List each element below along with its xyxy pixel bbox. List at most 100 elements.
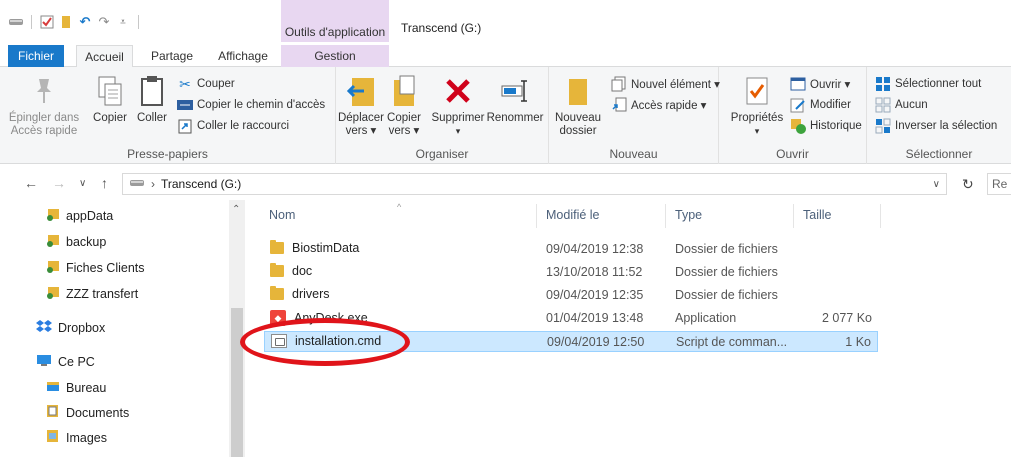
select-none-button[interactable]: Aucun <box>875 97 928 113</box>
tab-partage[interactable]: Partage <box>143 45 201 67</box>
tab-affichage[interactable]: Affichage <box>209 45 277 67</box>
select-all-button[interactable]: Sélectionner tout <box>875 76 981 92</box>
file-name: AnyDesk.exe <box>294 311 368 325</box>
rename-icon <box>498 72 532 110</box>
redo-icon[interactable]: ↷ <box>96 14 112 30</box>
copy-label: Copier <box>93 112 127 124</box>
copy-path-icon <box>177 97 193 113</box>
column-separator[interactable] <box>536 204 537 228</box>
file-modified: 09/04/2019 12:38 <box>546 242 644 256</box>
rename-button[interactable]: Renommer <box>487 72 543 125</box>
address-bar[interactable]: › Transcend (G:) ∨ <box>122 173 947 195</box>
refresh-icon[interactable]: ↻ <box>962 176 974 193</box>
select-none-label: Aucun <box>895 99 928 111</box>
new-folder-label-line2: dossier <box>559 125 597 137</box>
edit-label: Modifier <box>810 99 851 111</box>
column-header-modified[interactable]: Modifié le <box>546 208 600 222</box>
nav-item-appdata[interactable]: appData <box>46 207 113 224</box>
anydesk-icon: ◆ <box>270 310 286 326</box>
file-name-cell: ◆ AnyDesk.exe <box>270 310 368 326</box>
open-button[interactable]: Ouvrir ▾ <box>790 76 850 92</box>
column-separator[interactable] <box>665 204 666 228</box>
move-to-button[interactable]: Déplacer vers ▾ <box>336 72 386 138</box>
tab-accueil[interactable]: Accueil <box>76 45 133 68</box>
properties-check-icon[interactable] <box>39 14 55 30</box>
properties-button[interactable]: Propriétés ▾ <box>729 72 785 138</box>
new-folder-button[interactable]: Nouveau dossier <box>555 72 601 138</box>
edit-button[interactable]: Modifier <box>790 97 851 113</box>
file-type: Dossier de fichiers <box>675 265 778 279</box>
file-type: Script de comman... <box>676 335 788 349</box>
column-header-type[interactable]: Type <box>675 208 702 222</box>
folder-icon <box>270 286 284 300</box>
customize-toolbar-icon[interactable]: ⩡ <box>115 14 131 30</box>
copy-button[interactable]: Copier <box>90 72 130 125</box>
nav-item-images[interactable]: Images <box>46 429 107 446</box>
file-row-installation-cmd[interactable]: installation.cmd 09/04/2019 12:50 Script… <box>264 331 878 352</box>
group-label-presse-papiers: Presse-papiers <box>127 147 208 161</box>
group-presse-papiers: Épingler dans Accès rapide Copier Coller… <box>0 67 336 164</box>
tab-fichier[interactable]: Fichier <box>8 45 64 67</box>
back-arrow-icon[interactable]: ← <box>24 175 38 191</box>
nav-item-documents[interactable]: Documents <box>46 404 129 421</box>
file-type: Application <box>675 311 737 325</box>
copy-to-button[interactable]: Copier vers ▾ <box>383 72 425 138</box>
tab-gestion[interactable]: Gestion <box>281 45 389 67</box>
nav-item-dropbox[interactable]: Dropbox <box>36 319 105 336</box>
recent-locations-chevron-icon[interactable]: ∨ <box>79 178 86 189</box>
file-row-anydesk[interactable]: ◆ AnyDesk.exe 01/04/2019 13:48 Applicati… <box>264 308 878 329</box>
undo-icon[interactable]: ↶ <box>77 14 93 30</box>
nav-item-ce-pc[interactable]: Ce PC <box>36 353 95 370</box>
new-item-icon <box>611 76 627 92</box>
easy-access-button[interactable]: Accès rapide ▾ <box>611 97 706 113</box>
column-header-size[interactable]: Taille <box>803 208 832 222</box>
title-bar: ↶ ↷ ⩡ Outils d'application Transcend (G:… <box>0 0 1011 45</box>
paste-button[interactable]: Coller <box>132 72 172 125</box>
scrollbar-thumb[interactable] <box>231 308 243 457</box>
up-arrow-icon[interactable]: ↑ <box>101 175 108 191</box>
cut-button[interactable]: ✂ Couper <box>177 76 235 92</box>
dropbox-icon <box>36 319 52 336</box>
file-name-cell: BiostimData <box>270 240 359 255</box>
scroll-up-arrow-icon[interactable]: ⌃ <box>232 204 240 215</box>
nav-item-bureau[interactable]: Bureau <box>46 379 106 396</box>
new-item-button[interactable]: Nouvel élément ▾ <box>611 76 720 92</box>
file-row-drivers[interactable]: drivers 09/04/2019 12:35 Dossier de fich… <box>264 285 878 306</box>
nav-item-backup[interactable]: backup <box>46 233 106 250</box>
sort-ascending-icon: ^ <box>397 202 402 212</box>
rename-label: Renommer <box>486 112 544 124</box>
nav-scrollbar[interactable]: ⌃ <box>229 200 245 457</box>
file-modified: 09/04/2019 12:35 <box>546 288 644 302</box>
pin-quick-access-button[interactable]: Épingler dans Accès rapide <box>4 72 84 138</box>
new-folder-icon[interactable] <box>58 14 74 30</box>
nav-item-fiches-clients[interactable]: Fiches Clients <box>46 259 145 276</box>
paste-shortcut-button[interactable]: Coller le raccourci <box>177 118 289 134</box>
file-modified: 09/04/2019 12:50 <box>547 335 645 349</box>
properties-label: Propriétés <box>730 112 784 124</box>
invert-selection-button[interactable]: Inverser la sélection <box>875 118 997 134</box>
move-to-icon <box>344 72 378 110</box>
column-separator[interactable] <box>880 204 881 228</box>
nav-item-label: appData <box>66 208 114 223</box>
open-icon <box>790 76 806 92</box>
forward-arrow-icon[interactable]: → <box>52 175 66 191</box>
breadcrumb-path[interactable]: Transcend (G:) <box>161 177 241 191</box>
nav-item-label: Dropbox <box>58 320 106 335</box>
search-box[interactable]: Re <box>987 173 1011 195</box>
history-label: Historique <box>810 120 862 132</box>
column-separator[interactable] <box>793 204 794 228</box>
address-dropdown-icon[interactable]: ∨ <box>933 179 940 190</box>
copy-path-button[interactable]: Copier le chemin d'accès <box>177 97 325 113</box>
file-row-biostimdata[interactable]: BiostimData 09/04/2019 12:38 Dossier de … <box>264 239 878 260</box>
history-icon <box>790 118 806 134</box>
delete-button[interactable]: Supprimer ▾ <box>428 72 488 138</box>
file-row-doc[interactable]: doc 13/10/2018 11:52 Dossier de fichiers <box>264 262 878 283</box>
open-label: Ouvrir ▾ <box>810 79 851 91</box>
delete-dropdown-icon: ▾ <box>455 126 461 136</box>
column-header-name[interactable]: Nom <box>269 208 295 222</box>
nav-item-zzz-transfert[interactable]: ZZZ transfert <box>46 285 138 302</box>
context-tab-header <box>281 0 389 21</box>
context-tab-group-label: Outils d'application <box>281 21 389 42</box>
history-button[interactable]: Historique <box>790 118 862 134</box>
file-modified: 01/04/2019 13:48 <box>546 311 644 325</box>
